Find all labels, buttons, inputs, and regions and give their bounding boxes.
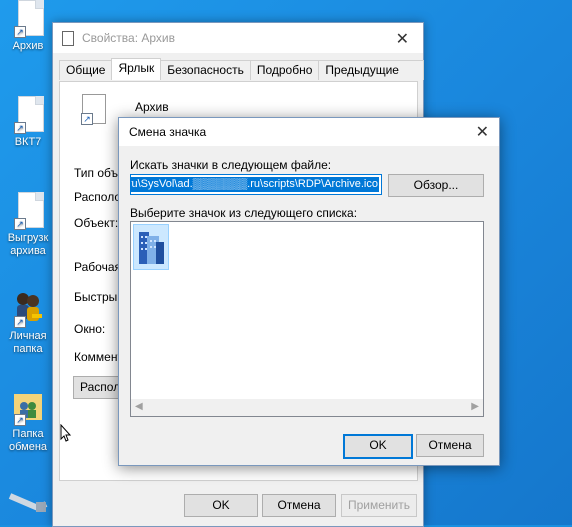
users-key-icon: ↗ (12, 290, 44, 328)
building-icon (139, 232, 164, 264)
browse-button[interactable]: Обзор... (388, 174, 484, 197)
close-icon[interactable]: ✕ (476, 122, 489, 142)
desktop-icon-vkt7[interactable]: ↗ ВКТ7 (0, 96, 56, 149)
tab-general[interactable]: Общие (59, 60, 113, 80)
tab-details[interactable]: Подробно (249, 60, 320, 80)
dialog-cancel-button[interactable]: Отмена (416, 434, 484, 457)
icon-list-label: Выберите значок из следующего списка: (130, 206, 358, 220)
tab-shortcut[interactable]: Ярлык (111, 58, 162, 80)
desktop-icon-personal-folder[interactable]: ↗ Личная папка (0, 290, 56, 356)
dialog-title: Смена значка (129, 125, 207, 139)
apply-button[interactable]: Применить (341, 494, 417, 517)
desktop-icon-label: ВКТ7 (14, 136, 42, 148)
start-in-label: Рабочая (74, 260, 121, 274)
document-shortcut-icon: ↗ (12, 96, 44, 134)
desktop-icon-label: Папка обмена (8, 428, 48, 453)
desktop-icon-exchange-folder[interactable]: ↗ Папка обмена (0, 388, 56, 454)
close-icon[interactable]: ✕ (396, 29, 409, 49)
window-title: Свойства: Архив (82, 31, 175, 45)
document-shortcut-icon: ↗ (12, 0, 44, 38)
desktop-icon-label: Архив (12, 40, 44, 52)
dialog-ok-button[interactable]: OK (343, 434, 413, 459)
target-location-label: Располо (74, 190, 121, 204)
document-icon (62, 30, 74, 46)
desktop-icon-label: Личная папка (9, 330, 47, 355)
search-file-label: Искать значки в следующем файле: (130, 158, 332, 172)
network-cable-icon[interactable] (8, 488, 48, 518)
change-icon-dialog: Смена значка ✕ Искать значки в следующем… (118, 117, 500, 466)
icon-file-path-input[interactable]: ı.ru\SysVol\ad.▒▒▒▒▒▒▒.ru\scripts\RDP\Ar… (130, 174, 382, 195)
properties-titlebar[interactable]: Свойства: Архив ✕ (53, 23, 423, 53)
dialog-titlebar[interactable]: Смена значка ✕ (119, 118, 499, 146)
shared-folder-icon: ↗ (12, 388, 44, 426)
icon-option-selected[interactable] (133, 224, 169, 270)
mouse-cursor-icon (60, 424, 72, 442)
run-label: Окно: (74, 322, 106, 336)
tab-security[interactable]: Безопасность (160, 60, 251, 80)
horizontal-scrollbar[interactable]: ◀ ▶ (131, 399, 483, 416)
path-value: ı.ru\SysVol\ad.▒▒▒▒▒▒▒.ru\scripts\RDP\Ar… (131, 177, 379, 192)
desktop-icon-archive[interactable]: ↗ Архив (0, 0, 56, 53)
scroll-left-icon[interactable]: ◀ (135, 401, 143, 412)
icon-list[interactable]: ◀ ▶ (130, 221, 484, 417)
tab-previous-versions[interactable]: Предыдущие версии (318, 60, 424, 96)
comment-label: Коммент (74, 350, 123, 364)
shortcut-name: Архив (135, 100, 169, 114)
shortcut-document-icon: ↗ (81, 94, 106, 125)
shortcut-key-label: Быстрый (74, 290, 124, 304)
target-label: Объект: (74, 216, 119, 230)
desktop-icon-label: Выгрузк архива (7, 232, 49, 257)
desktop-icon-export[interactable]: ↗ Выгрузк архива (0, 192, 56, 258)
document-shortcut-icon: ↗ (12, 192, 44, 230)
properties-tabs: Общие Ярлык Безопасность Подробно Предыд… (59, 58, 424, 96)
cancel-button[interactable]: Отмена (262, 494, 336, 517)
scroll-right-icon[interactable]: ▶ (471, 401, 479, 412)
ok-button[interactable]: OK (184, 494, 258, 517)
